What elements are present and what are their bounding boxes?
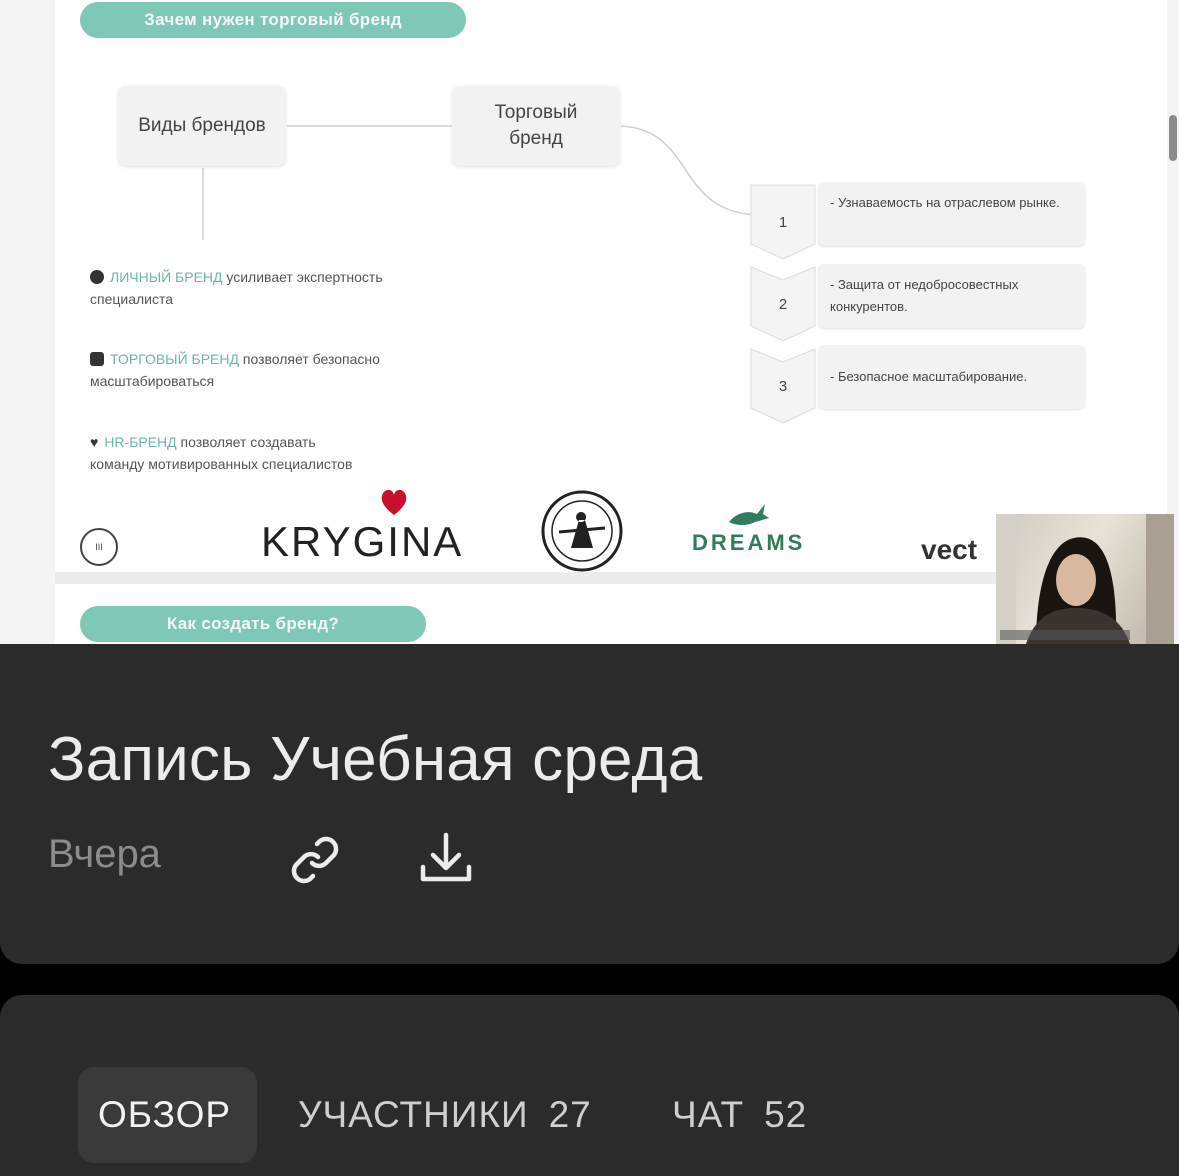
trade-brand-icon	[90, 352, 104, 366]
slide-footer-text: Как создать бренд?	[166, 614, 340, 633]
step-chevron-1: 1	[750, 184, 816, 260]
step-bullet-1: - Узнаваемость на отраслевом рынке.	[818, 182, 1085, 246]
brand-type-text: усиливает экспертность	[222, 269, 383, 285]
brand-type-text: позволяет безопасно	[238, 351, 380, 367]
brand-type-text: позволяет создавать	[176, 434, 316, 450]
tab-label: УЧАСТНИКИ	[298, 1094, 529, 1135]
page-number-badge: III	[80, 528, 118, 566]
tab-label: ОБЗОР	[98, 1094, 232, 1135]
step-chevron-3: 3	[750, 348, 816, 424]
speaker-webcam	[996, 514, 1174, 644]
krygina-logo: KRYGINA	[261, 518, 463, 566]
slide-scrollbar[interactable]	[1169, 115, 1177, 161]
dreams-logo-text: DREAMS	[692, 530, 806, 555]
tab-participants[interactable]: УЧАСТНИКИ 27	[298, 1067, 592, 1163]
step-chevron-2: 2	[750, 266, 816, 342]
heart-icon: ♥	[90, 434, 99, 450]
link-icon	[291, 836, 339, 884]
tabs-card: ОБЗОР УЧАСТНИКИ 27 ЧАТ 52	[0, 995, 1179, 1176]
brand-type-text2: специалиста	[90, 291, 174, 307]
slide-footer-pill: Как создать бренд?	[80, 606, 426, 642]
page-number-text: III	[95, 542, 103, 552]
tab-label: ЧАТ	[672, 1094, 745, 1135]
video-player[interactable]: Зачем нужен торговый бренд Виды брендов …	[0, 0, 1179, 644]
brand-types-box: Виды брендов	[118, 86, 286, 166]
brand-type-text2: масштабироваться	[90, 373, 215, 389]
step-text: - Безопасное масштабирование.	[830, 369, 1028, 384]
brand-type-hr: ♥ HR-БРЕНД позволяет создавать команду мо…	[90, 431, 490, 475]
recording-title: Запись Учебная среда	[48, 725, 703, 794]
krygina-logo-text: KRYGINA	[261, 518, 464, 565]
vect-logo-text: vect	[921, 534, 978, 565]
copy-link-button[interactable]	[283, 828, 347, 892]
download-button[interactable]	[414, 826, 478, 890]
recording-date: Вчера	[48, 832, 161, 876]
dreams-logo: DREAMS	[692, 530, 805, 556]
trade-brand-line2: бренд	[509, 128, 563, 149]
tab-overview[interactable]: ОБЗОР	[78, 1067, 257, 1163]
personal-brand-icon	[90, 270, 104, 284]
trade-brand-line1: Торговый	[494, 102, 578, 123]
step-number: 1	[778, 213, 788, 231]
recording-info-card: Запись Учебная среда Вчера	[0, 644, 1179, 964]
trade-brand-box: Торговый бренд	[452, 86, 620, 166]
brand-type-highlight: ТОРГОВЫЙ БРЕНД	[110, 351, 239, 367]
brand-type-personal: ЛИЧНЫЙ БРЕНД усиливает экспертность спец…	[90, 266, 490, 310]
step-number: 3	[778, 377, 788, 395]
round-emblem-logo	[541, 490, 623, 577]
step-bullet-2: - Защита от недобросовестных конкурентов…	[818, 264, 1085, 328]
step-text: - Защита от недобросовестных конкурентов…	[830, 277, 1019, 314]
vect-logo: vect	[921, 534, 977, 566]
brand-type-highlight: ЛИЧНЫЙ БРЕНД	[110, 269, 223, 285]
brand-type-text2: команду мотивированных специалистов	[90, 456, 353, 472]
step-number: 2	[778, 295, 788, 313]
download-icon	[420, 832, 472, 882]
brand-types-label: Виды брендов	[138, 115, 266, 136]
tab-chat[interactable]: ЧАТ 52	[672, 1067, 807, 1163]
tab-count: 27	[548, 1094, 592, 1135]
tab-count: 52	[764, 1094, 808, 1135]
brand-type-highlight: HR-БРЕНД	[104, 434, 177, 450]
step-text: - Узнаваемость на отраслевом рынке.	[830, 195, 1060, 210]
brand-type-trade: ТОРГОВЫЙ БРЕНД позволяет безопасно масшт…	[90, 348, 490, 392]
dreams-rabbit-icon	[727, 500, 771, 531]
step-bullet-3: - Безопасное масштабирование.	[818, 345, 1085, 409]
